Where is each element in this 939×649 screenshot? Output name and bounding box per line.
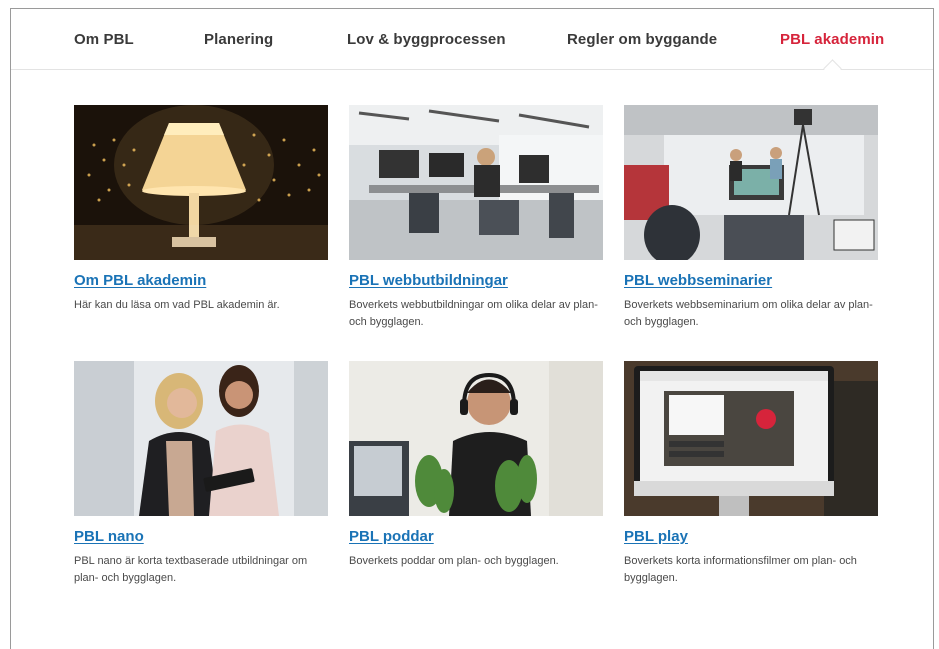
card-description: Boverkets webbutbildningar om olika dela… (349, 299, 598, 328)
card-image-two-women[interactable] (74, 361, 328, 516)
card-title-link[interactable]: PBL play (624, 528, 878, 545)
card-image-office[interactable] (349, 105, 603, 260)
card-pbl-nano: PBL nano PBL nano är korta textbaserade … (74, 361, 328, 587)
card-description: PBL nano är korta textbaserade utbildnin… (74, 555, 308, 584)
card-pbl-webbseminarier: PBL webbseminarier Boverkets webbseminar… (624, 105, 878, 331)
card-title-link[interactable]: PBL poddar (349, 528, 603, 545)
card-title-link[interactable]: Om PBL akademin (74, 272, 328, 289)
top-navigation: Om PBL Planering Lov & byggprocessen Reg… (11, 9, 933, 78)
card-pbl-play: PBL play Boverkets korta informationsfil… (624, 361, 878, 587)
page-frame: Om PBL Planering Lov & byggprocessen Reg… (10, 8, 934, 649)
card-image-imac[interactable] (624, 361, 878, 516)
card-title-link[interactable]: PBL webbseminarier (624, 272, 878, 289)
nav-item-regler-om-byggande[interactable]: Regler om byggande (567, 31, 717, 48)
nav-item-pbl-akademin[interactable]: PBL akademin (780, 31, 884, 48)
card-description: Boverkets poddar om plan- och bygglagen. (349, 555, 559, 567)
nav-item-planering[interactable]: Planering (204, 31, 273, 48)
card-om-pbl-akademin: Om PBL akademin Här kan du läsa om vad P… (74, 105, 328, 314)
card-description: Boverkets korta informationsfilmer om pl… (624, 555, 857, 584)
card-image-podcast[interactable] (349, 361, 603, 516)
card-image-studio[interactable] (624, 105, 878, 260)
card-title-link[interactable]: PBL webbutbildningar (349, 272, 603, 289)
active-nav-indicator (823, 59, 842, 78)
card-description: Här kan du läsa om vad PBL akademin är. (74, 299, 280, 311)
nav-item-lov-byggprocessen[interactable]: Lov & byggprocessen (347, 31, 506, 48)
card-title-link[interactable]: PBL nano (74, 528, 328, 545)
nav-item-om-pbl[interactable]: Om PBL (74, 31, 134, 48)
card-description: Boverkets webbseminarium om olika delar … (624, 299, 873, 328)
card-image-lamp[interactable] (74, 105, 328, 260)
card-pbl-webbutbildningar: PBL webbutbildningar Boverkets webbutbil… (349, 105, 603, 331)
card-pbl-poddar: PBL poddar Boverkets poddar om plan- och… (349, 361, 603, 570)
